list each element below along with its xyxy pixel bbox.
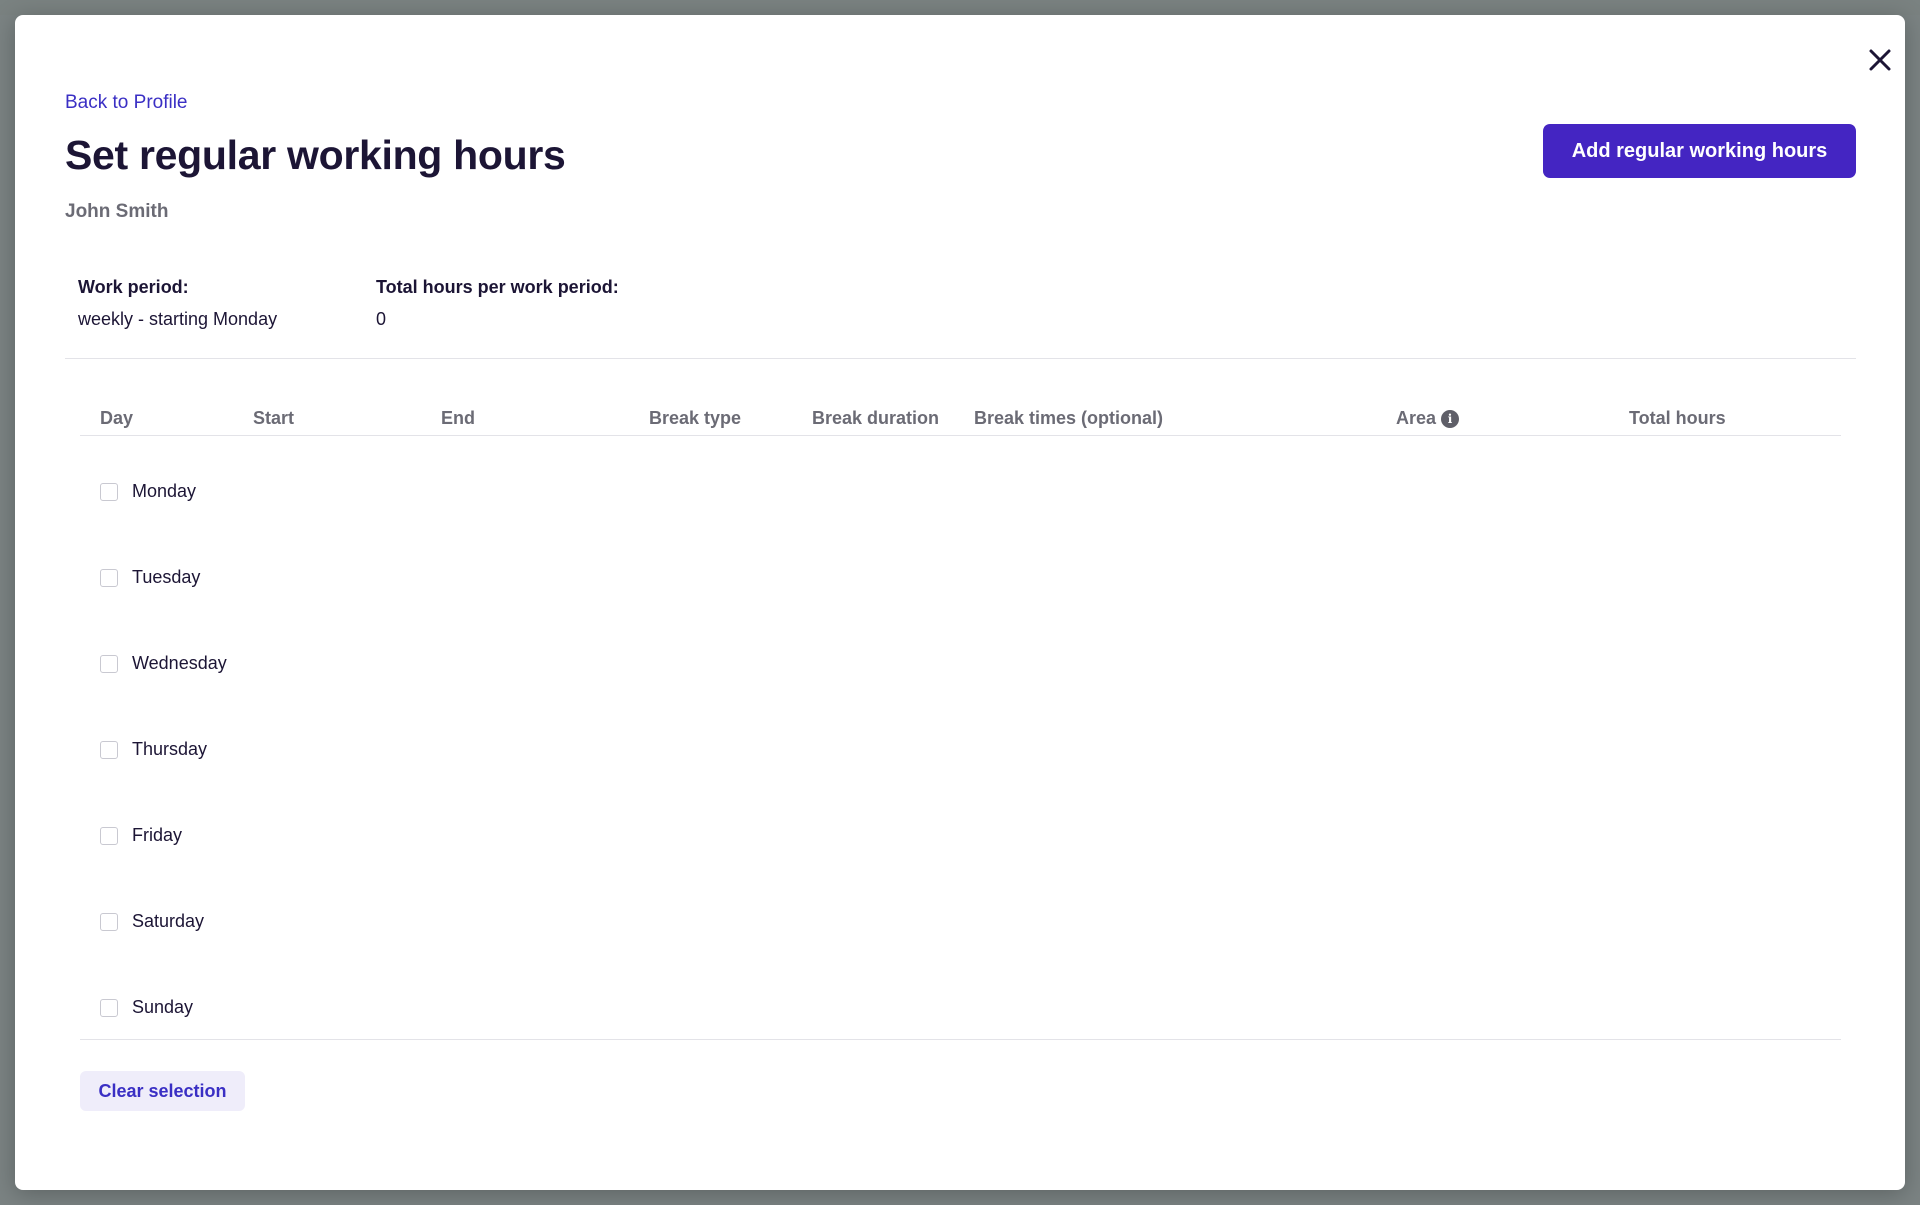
add-regular-working-hours-button[interactable]: Add regular working hours xyxy=(1543,124,1856,178)
day-checkbox-thursday[interactable] xyxy=(100,740,118,759)
column-header-break-type: Break type xyxy=(649,408,742,428)
table-row[interactable]: Wednesday xyxy=(100,653,227,674)
day-checkbox-saturday[interactable] xyxy=(100,912,118,931)
column-header-day: Day xyxy=(100,408,134,428)
table-row[interactable]: Monday xyxy=(100,481,196,502)
info-icon[interactable]: i xyxy=(1441,409,1460,428)
backdrop xyxy=(0,0,1920,15)
close-icon xyxy=(1869,49,1891,71)
total-hours-summary: Total hours per work period: 0 xyxy=(376,277,619,330)
day-label: Sunday xyxy=(132,997,194,1017)
table-row[interactable]: Saturday xyxy=(100,911,204,932)
table-header-divider xyxy=(80,435,1841,436)
back-to-profile-link[interactable]: Back to Profile xyxy=(65,92,188,114)
clear-selection-button[interactable]: Clear selection xyxy=(80,1071,245,1111)
work-period-label: Work period: xyxy=(78,277,189,297)
work-period-summary: Work period: weekly - starting Monday xyxy=(78,277,277,330)
day-checkbox-tuesday[interactable] xyxy=(100,568,118,587)
work-period-value: weekly - starting Monday xyxy=(78,309,278,329)
column-header-start: Start xyxy=(253,408,295,428)
day-label: Tuesday xyxy=(132,567,201,587)
employee-name: John Smith xyxy=(65,201,169,222)
page-title: Set regular working hours xyxy=(65,132,566,178)
day-checkbox-sunday[interactable] xyxy=(100,998,118,1017)
table-footer-divider xyxy=(80,1039,1841,1040)
day-checkbox-friday[interactable] xyxy=(100,826,118,845)
table-row[interactable]: Thursday xyxy=(100,739,207,760)
table-row[interactable]: Tuesday xyxy=(100,567,200,588)
working-hours-modal: Back to Profile Set regular working hour… xyxy=(15,15,1905,1190)
day-label: Thursday xyxy=(132,739,208,759)
day-label: Wednesday xyxy=(132,653,227,673)
column-header-break-duration: Break duration xyxy=(812,408,940,428)
total-hours-label: Total hours per work period: xyxy=(376,277,619,297)
close-button[interactable] xyxy=(1855,35,1905,85)
table-row[interactable]: Sunday xyxy=(100,997,193,1018)
column-header-end: End xyxy=(441,408,475,428)
total-hours-value: 0 xyxy=(376,309,387,329)
column-header-total-hours: Total hours xyxy=(1629,408,1726,428)
day-checkbox-wednesday[interactable] xyxy=(100,654,118,673)
day-label: Monday xyxy=(132,481,197,501)
day-checkbox-monday[interactable] xyxy=(100,482,118,501)
column-header-area: Area i xyxy=(1396,408,1460,429)
day-label: Saturday xyxy=(132,911,205,931)
summary-divider xyxy=(65,358,1856,359)
table-row[interactable]: Friday xyxy=(100,825,182,846)
column-header-break-times: Break times (optional) xyxy=(974,408,1164,428)
day-label: Friday xyxy=(132,825,183,845)
